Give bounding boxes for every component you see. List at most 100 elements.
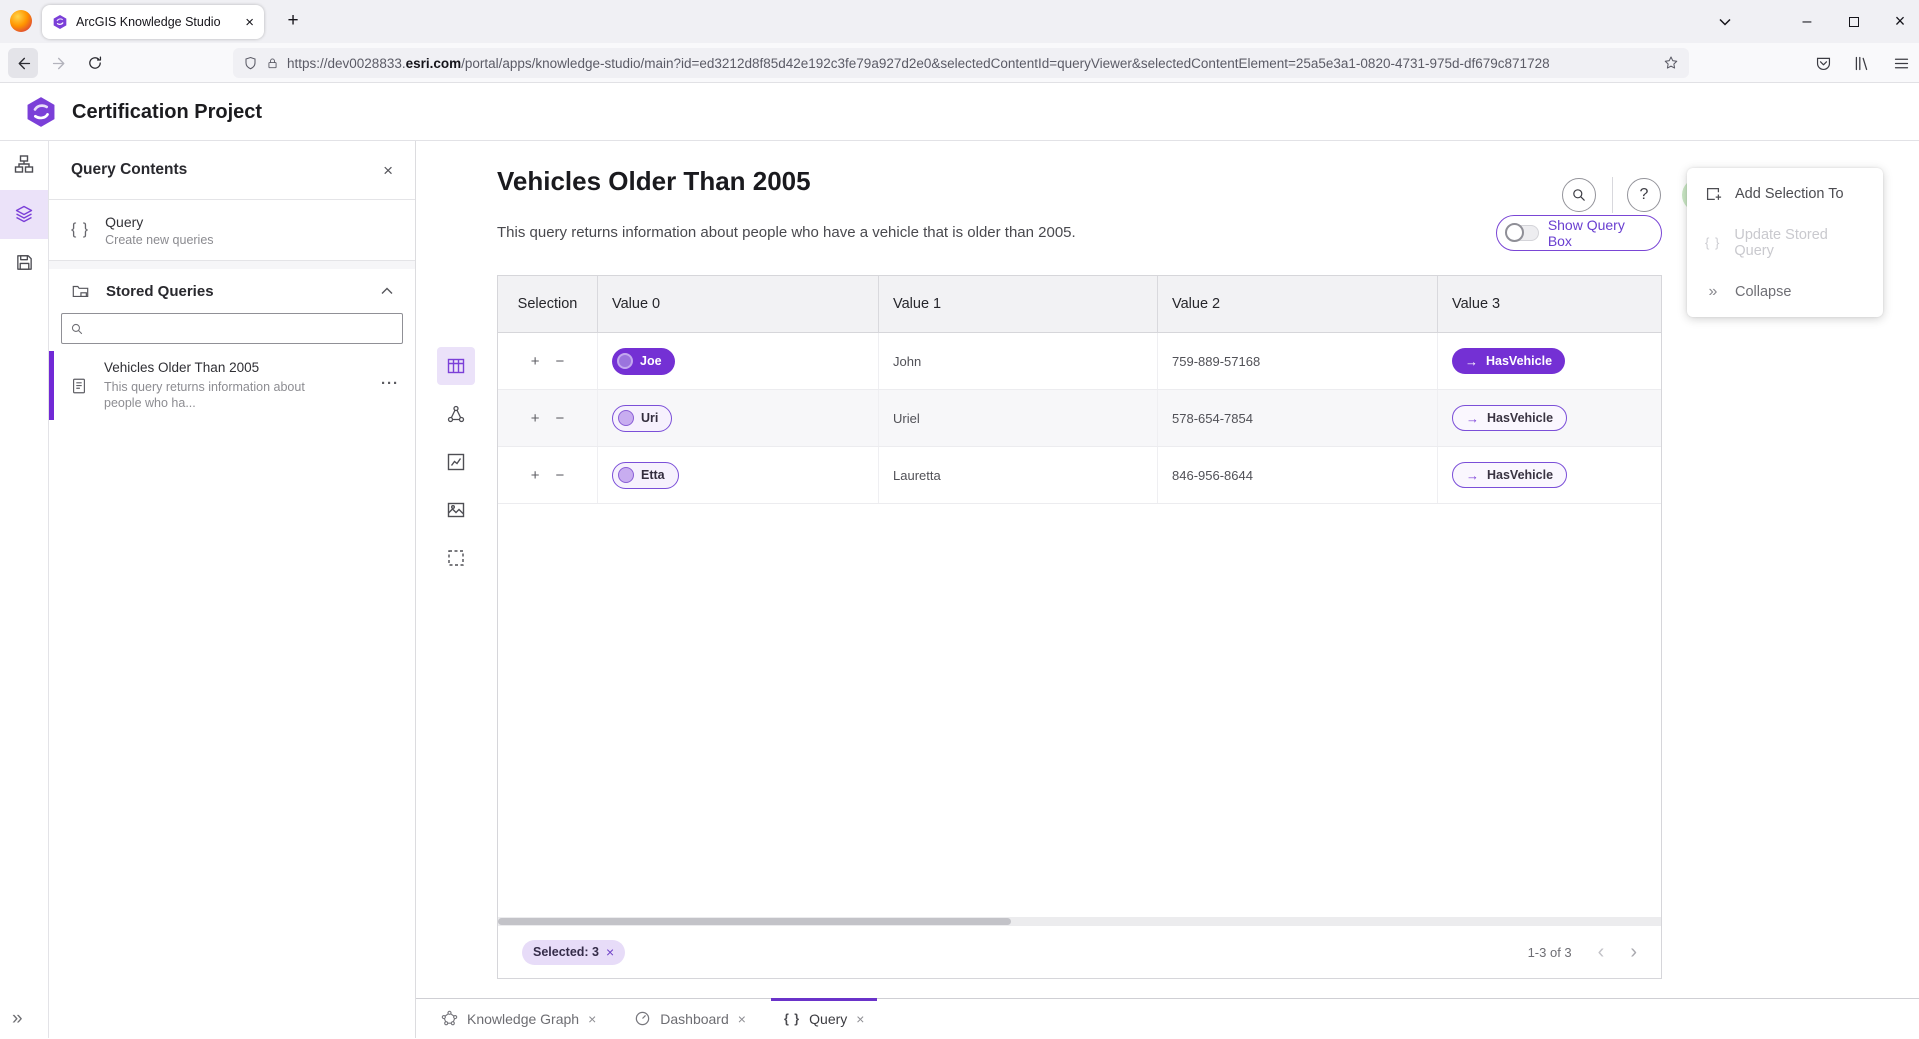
project-tree-icon[interactable] [5,145,43,183]
panel-close-icon[interactable]: × [383,162,393,179]
knowledge-graph-icon [441,1010,458,1027]
double-chevron-icon: » [1703,283,1723,301]
query-item[interactable]: { } Query Create new queries [49,200,415,261]
library-icon[interactable] [1849,51,1873,75]
entity-label: Etta [641,468,665,482]
pocket-icon[interactable] [1811,51,1835,75]
tab-dashboard[interactable]: Dashboard × [621,999,759,1039]
kebab-menu-icon[interactable]: ··· [381,375,399,392]
menu-item-collapse[interactable]: » Collapse [1687,267,1883,316]
forward-button[interactable] [44,48,74,78]
select-tool-icon[interactable] [437,539,475,577]
header-search-button[interactable] [1562,178,1596,212]
chevron-up-icon[interactable] [381,287,393,295]
next-page-icon[interactable]: › [1630,942,1637,962]
tab-close-icon[interactable]: × [738,1011,746,1027]
entity-pill[interactable]: Etta [612,462,679,489]
bookmark-star-icon[interactable] [1663,55,1679,71]
tab-close-icon[interactable]: × [588,1011,596,1027]
link-chart-icon[interactable] [437,395,475,433]
back-button[interactable] [8,48,38,78]
entity-label: Joe [640,354,662,368]
map-image-icon[interactable] [437,491,475,529]
menu-hamburger-icon[interactable] [1889,51,1913,75]
stored-query-item[interactable]: Vehicles Older Than 2005 This query retu… [49,351,415,420]
table-view-icon[interactable] [437,347,475,385]
browser-tab[interactable]: ArcGIS Knowledge Studio × [42,5,264,39]
new-tab-button[interactable]: + [280,8,306,34]
entity-label: Uri [641,411,658,425]
remove-from-selection-button[interactable]: − [556,410,565,427]
save-icon[interactable] [5,243,43,281]
lock-icon[interactable] [266,56,279,71]
window-maximize-button[interactable] [1839,0,1869,43]
table-row[interactable]: + − Joe John 759-889-57168 → HasVehicle [498,333,1661,390]
clear-selection-icon[interactable]: × [606,944,614,960]
menu-item-label: Add Selection To [1735,186,1844,202]
remove-from-selection-button[interactable]: − [556,467,565,484]
column-header-value0[interactable]: Value 0 [598,276,879,332]
relationship-pill[interactable]: → HasVehicle [1452,462,1567,488]
window-close-button[interactable]: × [1885,0,1915,43]
add-to-selection-button[interactable]: + [531,467,540,484]
stored-queries-search-input[interactable] [92,321,394,336]
chart-icon[interactable] [437,443,475,481]
stored-query-title: Vehicles Older Than 2005 [104,360,259,375]
browser-tabstrip: ArcGIS Knowledge Studio × + – × [0,0,1919,43]
cell-value2: 759-889-57168 [1172,354,1260,369]
menu-item-update-stored-query[interactable]: { } Update Stored Query [1687,218,1883,267]
tab-close-icon[interactable]: × [245,15,254,30]
column-header-value2[interactable]: Value 2 [1158,276,1438,332]
reload-button[interactable] [80,48,110,78]
column-header-value1[interactable]: Value 1 [879,276,1158,332]
browser-tab-title: ArcGIS Knowledge Studio [76,15,237,29]
entity-dot-icon [618,410,634,426]
contents-layers-icon[interactable] [5,195,43,233]
braces-icon: { } [784,1012,800,1026]
horizontal-scrollbar[interactable] [498,917,1661,926]
tab-close-icon[interactable]: × [856,1011,864,1027]
app-header: Certification Project ? PL publisher2 la… [0,83,1919,141]
tab-query[interactable]: { } Query × [771,999,878,1039]
menu-item-add-selection-to[interactable]: Add Selection To [1687,169,1883,218]
stored-queries-header[interactable]: Stored Queries [49,269,415,313]
table-row[interactable]: + − Uri Uriel 578-654-7854 → HasVehicle [498,390,1661,447]
arcgis-knowledge-logo [24,95,58,129]
tab-knowledge-graph[interactable]: Knowledge Graph × [428,999,609,1039]
panel-header: Query Contents × [49,141,415,200]
relationship-pill[interactable]: → HasVehicle [1452,348,1565,374]
help-button[interactable]: ? [1627,178,1661,212]
page-title: Vehicles Older Than 2005 [497,166,811,197]
expand-panel-icon[interactable]: » [12,1008,23,1030]
workspace-tabbar: Knowledge Graph × Dashboard × { } Query … [416,998,1919,1038]
toggle-knob [1505,223,1524,242]
url-bar[interactable]: https://dev0028833.esri.com/portal/apps/… [233,48,1689,78]
entity-pill[interactable]: Joe [612,348,675,375]
previous-page-icon[interactable]: ‹ [1598,942,1605,962]
stored-queries-search[interactable] [61,313,403,344]
cell-value1: John [893,354,921,369]
remove-from-selection-button[interactable]: − [556,353,565,370]
arcgis-knowledge-favicon [52,14,68,30]
firefox-icon[interactable] [10,10,32,32]
toggle-switch[interactable] [1506,225,1539,241]
url-text[interactable]: https://dev0028833.esri.com/portal/apps/… [287,56,1655,71]
relationship-pill[interactable]: → HasVehicle [1452,405,1567,431]
add-to-selection-button[interactable]: + [531,410,540,427]
add-to-selection-button[interactable]: + [531,353,540,370]
header-divider [1612,177,1613,213]
table-row[interactable]: + − Etta Lauretta 846-956-8644 → HasVehi… [498,447,1661,504]
show-query-box-toggle[interactable]: Show Query Box [1496,215,1662,251]
entity-pill[interactable]: Uri [612,405,672,432]
cell-value1: Lauretta [893,468,941,483]
column-header-value3[interactable]: Value 3 [1438,276,1661,332]
relationship-label: HasVehicle [1486,354,1552,368]
selected-count-badge[interactable]: Selected: 3 × [522,940,625,965]
window-minimize-button[interactable]: – [1792,0,1822,43]
tab-list-chevron-icon[interactable] [1710,0,1740,43]
tracking-shield-icon[interactable] [243,55,258,72]
table-footer: Selected: 3 × 1-3 of 3 ‹ › [498,926,1661,978]
column-header-selection[interactable]: Selection [498,276,598,332]
braces-icon: { } [71,221,89,239]
scrollbar-thumb[interactable] [498,918,1011,925]
